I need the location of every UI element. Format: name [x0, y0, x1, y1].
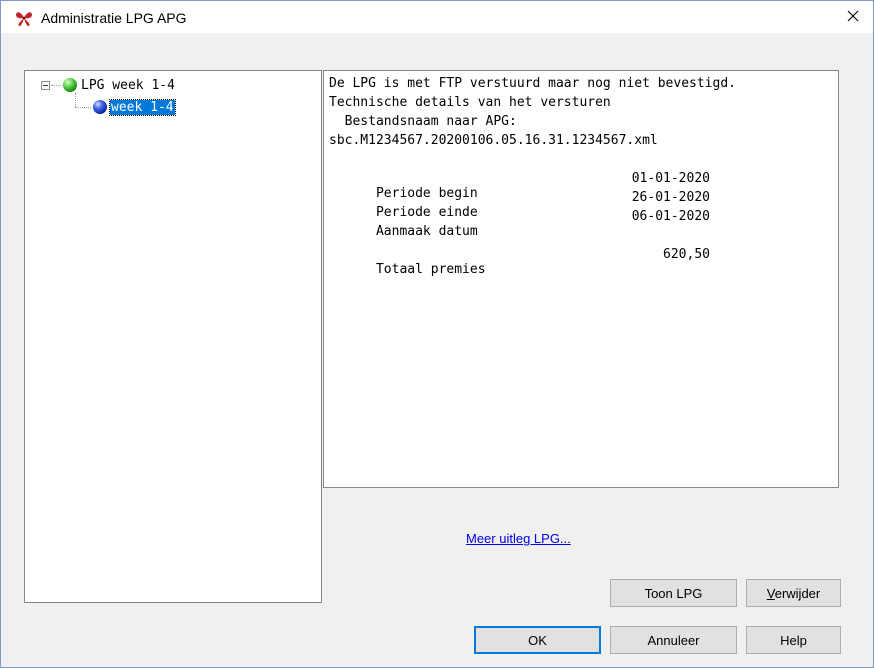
lpg-tree[interactable]: LPG week 1-4 week 1-4 [24, 70, 322, 603]
filename-value: sbc.M1234567.20200106.05.16.31.1234567.x… [329, 133, 658, 148]
green-ball-icon [63, 78, 77, 92]
total-premiums-value: 620,50 [663, 247, 710, 262]
cancel-label: Annuleer [647, 632, 700, 648]
tree-item-label-selected: week 1-4 [109, 98, 176, 116]
butterfly-icon [15, 9, 33, 27]
blue-ball-icon [93, 100, 107, 114]
period-end-value: 26-01-2020 [631, 190, 710, 205]
creation-date-value: 06-01-2020 [631, 209, 710, 224]
tree-connector [75, 107, 91, 108]
dialog-window: Administratie LPG APG LPG week 1-4 week … [0, 0, 874, 668]
more-info-link[interactable]: Meer uitleg LPG... [466, 531, 571, 546]
tree-item-week[interactable]: week 1-4 [93, 98, 176, 116]
close-icon [847, 10, 859, 25]
total-premiums-label: Totaal premies [375, 262, 486, 277]
tree-connector [51, 85, 61, 86]
tree-item-lpg-week[interactable]: LPG week 1-4 [63, 76, 175, 94]
cancel-button[interactable]: Annuleer [610, 626, 737, 654]
delete-button[interactable]: Verwijder [746, 579, 841, 607]
help-label: Help [780, 632, 807, 648]
window-title: Administratie LPG APG [41, 10, 187, 26]
tech-details-header: Technische details van het versturen [329, 95, 611, 110]
period-end-row: Periode einde 26-01-2020 [329, 190, 838, 220]
close-button[interactable] [833, 1, 873, 33]
filename-label: Bestandsnaam naar APG: [329, 114, 517, 129]
show-lpg-label: Toon LPG [644, 585, 703, 601]
total-premiums-row: Totaal premies 620,50 [329, 247, 838, 277]
details-panel: De LPG is met FTP verstuurd maar nog nie… [323, 70, 839, 488]
title-bar: Administratie LPG APG [1, 1, 873, 33]
creation-date-row: Aanmaak datum 06-01-2020 [329, 209, 838, 239]
tree-item-label: LPG week 1-4 [81, 77, 175, 93]
ok-button[interactable]: OK [474, 626, 601, 654]
help-button[interactable]: Help [746, 626, 841, 654]
collapse-toggle-icon[interactable] [41, 81, 50, 90]
creation-date-label: Aanmaak datum [375, 224, 478, 239]
delete-label-rest: erwijder [774, 585, 821, 601]
tree-connector [75, 93, 76, 107]
delete-accelerator: V [766, 585, 775, 601]
status-text: De LPG is met FTP verstuurd maar nog nie… [329, 76, 736, 91]
period-begin-value: 01-01-2020 [631, 171, 710, 186]
ok-label: OK [528, 632, 547, 648]
period-begin-row: Periode begin 01-01-2020 [329, 171, 838, 201]
show-lpg-button[interactable]: Toon LPG [610, 579, 737, 607]
delete-label: Verwijder [767, 586, 820, 601]
